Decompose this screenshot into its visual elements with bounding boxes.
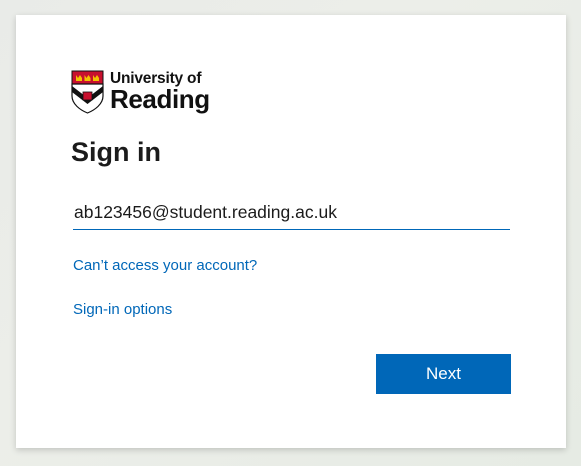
page-title: Sign in <box>71 137 161 167</box>
signin-card: University of Reading Sign in Can’t acce… <box>16 15 566 448</box>
university-wordmark: University of Reading <box>110 70 210 112</box>
university-logo: University of Reading <box>71 70 210 116</box>
signin-options-link[interactable]: Sign-in options <box>73 301 172 318</box>
university-crest-icon <box>71 70 104 114</box>
cant-access-account-link[interactable]: Can’t access your account? <box>73 257 257 274</box>
logo-line-2: Reading <box>110 83 210 114</box>
next-button[interactable]: Next <box>376 354 511 394</box>
email-field[interactable] <box>73 195 510 230</box>
